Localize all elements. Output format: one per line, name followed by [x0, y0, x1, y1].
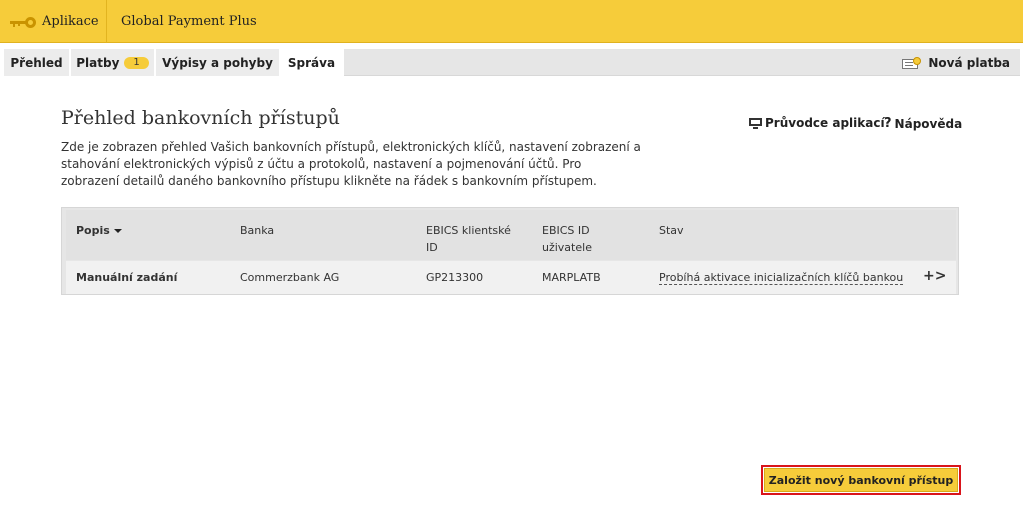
- new-payment-icon: [902, 56, 922, 69]
- column-header-popis[interactable]: Popis: [76, 222, 122, 239]
- create-bank-access-label: Založit nový bankovní přístup: [768, 473, 954, 487]
- header-divider: [106, 0, 107, 43]
- column-header-stav: Stav: [659, 224, 684, 237]
- key-icon: [10, 15, 36, 29]
- column-header-popis-label: Popis: [76, 224, 110, 237]
- app-title: Global Payment Plus: [121, 14, 257, 29]
- app-guide-link[interactable]: Průvodce aplikací: [749, 116, 885, 130]
- create-bank-access-button[interactable]: Založit nový bankovní přístup: [764, 468, 958, 492]
- help-label: Nápověda: [894, 116, 963, 131]
- cell-popis: Manuální zadání: [76, 271, 178, 284]
- cta-highlight-frame: Založit nový bankovní přístup: [761, 465, 961, 495]
- monitor-icon: [749, 117, 762, 129]
- app-guide-label: Průvodce aplikací: [765, 116, 885, 130]
- tab-sprava[interactable]: Správa: [281, 49, 344, 76]
- tab-prehled-label: Přehled: [10, 55, 63, 70]
- sort-down-icon: [113, 229, 122, 233]
- tab-prehled[interactable]: Přehled: [4, 49, 71, 76]
- cell-ebics-user-id: MARPLATB: [542, 271, 601, 284]
- row-arrow-icon[interactable]: +>: [923, 268, 946, 284]
- help-icon: ?: [884, 116, 892, 131]
- tab-platby[interactable]: Platby 1: [71, 49, 156, 76]
- intro-text: Zde je zobrazen přehled Vašich bankovníc…: [61, 140, 641, 188]
- new-payment-label: Nová platba: [928, 55, 1010, 70]
- applications-button[interactable]: Aplikace: [0, 0, 106, 43]
- cell-ebics-client-id: GP213300: [426, 271, 484, 284]
- help-link[interactable]: ? Nápověda: [884, 116, 962, 131]
- cell-banka: Commerzbank AG: [240, 271, 340, 284]
- tab-platby-label: Platby: [76, 55, 120, 70]
- cell-stav-status[interactable]: Probíhá aktivace inicializačních klíčů b…: [659, 271, 904, 285]
- column-header-ebics-user-id: EBICS ID uživatele: [542, 224, 592, 254]
- top-bar: Aplikace Global Payment Plus: [0, 0, 1023, 43]
- new-payment-button[interactable]: Nová platba: [902, 49, 1010, 76]
- page-title: Přehled bankovních přístupů: [61, 107, 340, 129]
- tab-sprava-label: Správa: [287, 55, 336, 70]
- tab-vypisy[interactable]: Výpisy a pohyby: [156, 49, 281, 76]
- table-header: Popis Banka EBICS klientské ID EBICS ID …: [66, 210, 956, 260]
- platby-count-badge: 1: [124, 56, 149, 69]
- column-header-ebics-client-id: EBICS klientské ID: [426, 224, 511, 254]
- bank-access-table: Popis Banka EBICS klientské ID EBICS ID …: [61, 207, 959, 295]
- applications-label: Aplikace: [42, 14, 99, 29]
- tab-bar: Přehled Platby 1 Výpisy a pohyby Správa …: [4, 49, 1020, 76]
- column-header-banka: Banka: [240, 224, 275, 237]
- tab-vypisy-label: Výpisy a pohyby: [162, 55, 273, 70]
- table-row[interactable]: Manuální zadání Commerzbank AG GP213300 …: [66, 261, 956, 294]
